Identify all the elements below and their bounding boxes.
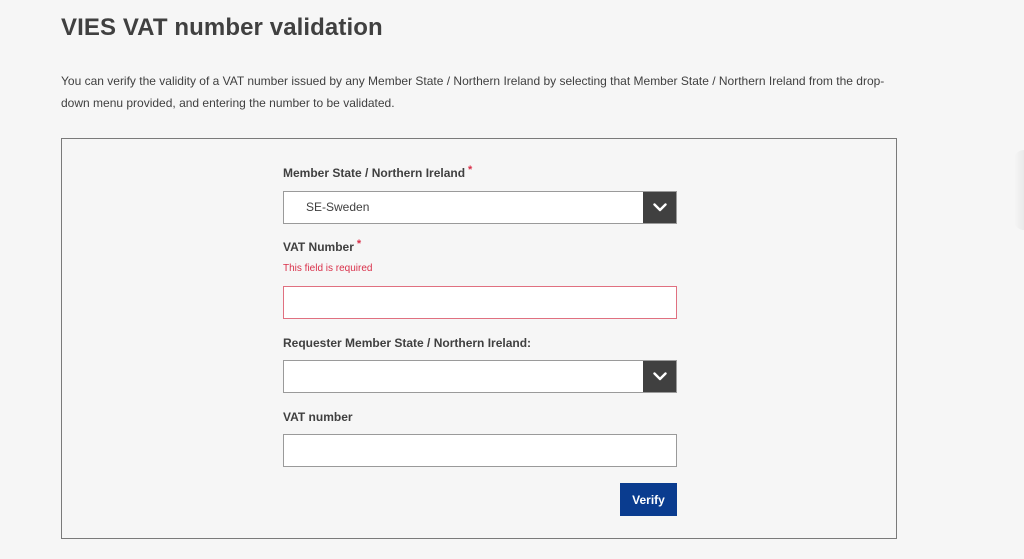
vat-number-error: This field is required (283, 263, 373, 274)
requester-member-state-select[interactable] (283, 360, 677, 393)
required-marker: * (468, 164, 473, 176)
intro-text: You can verify the validity of a VAT num… (61, 74, 885, 110)
page: VIES VAT number validation You can verif… (0, 0, 1024, 559)
member-state-label-text: Member State / Northern Ireland (283, 166, 466, 180)
member-state-dropdown-toggle[interactable] (643, 192, 676, 223)
requester-member-state-dropdown-toggle[interactable] (643, 361, 676, 392)
chevron-down-icon (652, 203, 667, 212)
requester-vat-number-label: VAT number (283, 410, 353, 424)
member-state-selected-value: SE-Sweden (306, 200, 370, 214)
member-state-select[interactable]: SE-Sweden (283, 191, 677, 224)
vat-number-label-text: VAT Number (283, 240, 354, 254)
page-title: VIES VAT number validation (61, 14, 383, 41)
member-state-label: Member State / Northern Ireland * (283, 164, 473, 180)
chevron-down-icon (652, 372, 667, 381)
scroll-edge (1014, 150, 1024, 230)
verify-button[interactable]: Verify (620, 483, 677, 516)
vat-number-label: VAT Number * (283, 238, 362, 254)
required-marker: * (356, 238, 362, 250)
vat-number-input[interactable] (283, 286, 677, 319)
requester-vat-number-input[interactable] (283, 434, 677, 467)
requester-member-state-label: Requester Member State / Northern Irelan… (283, 336, 532, 350)
